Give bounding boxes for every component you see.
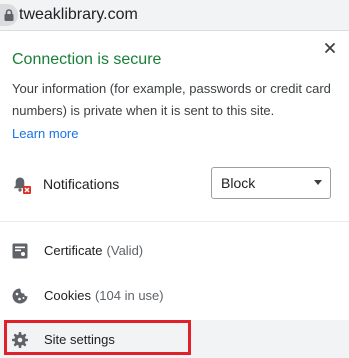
site-settings-row[interactable]: Site settings xyxy=(0,320,349,358)
certificate-label: Certificate xyxy=(44,243,103,258)
cookies-label: Cookies xyxy=(44,288,91,303)
cookies-row[interactable]: Cookies (104 in use) xyxy=(0,276,349,316)
gear-icon xyxy=(12,332,28,348)
close-icon xyxy=(325,43,335,53)
certificate-status: (Valid) xyxy=(106,243,144,258)
connection-description: Your information (for example, passwords… xyxy=(12,81,331,118)
close-button[interactable] xyxy=(321,39,339,57)
site-settings-label: Site settings xyxy=(44,332,115,347)
certificate-icon xyxy=(12,243,28,259)
url-text[interactable]: tweaklibrary.com xyxy=(19,5,138,25)
divider xyxy=(0,221,349,222)
permission-label: Notifications xyxy=(43,176,120,192)
page-info-bubble: Connection is secure Your information (f… xyxy=(0,31,349,358)
certificate-row[interactable]: Certificate (Valid) xyxy=(0,231,349,271)
notifications-select[interactable]: Block xyxy=(211,167,331,199)
chevron-down-icon xyxy=(314,180,322,185)
permission-row-notifications: Notifications Block xyxy=(0,167,349,201)
cookie-icon xyxy=(12,288,28,304)
learn-more-link[interactable]: Learn more xyxy=(12,124,78,144)
site-info-button[interactable] xyxy=(0,4,18,26)
cookies-status: (104 in use) xyxy=(94,288,164,303)
lock-icon xyxy=(4,9,14,21)
select-value: Block xyxy=(221,175,256,191)
address-bar[interactable]: tweaklibrary.com xyxy=(0,0,349,31)
connection-title: Connection is secure xyxy=(12,51,162,68)
notifications-blocked-icon xyxy=(14,177,31,194)
